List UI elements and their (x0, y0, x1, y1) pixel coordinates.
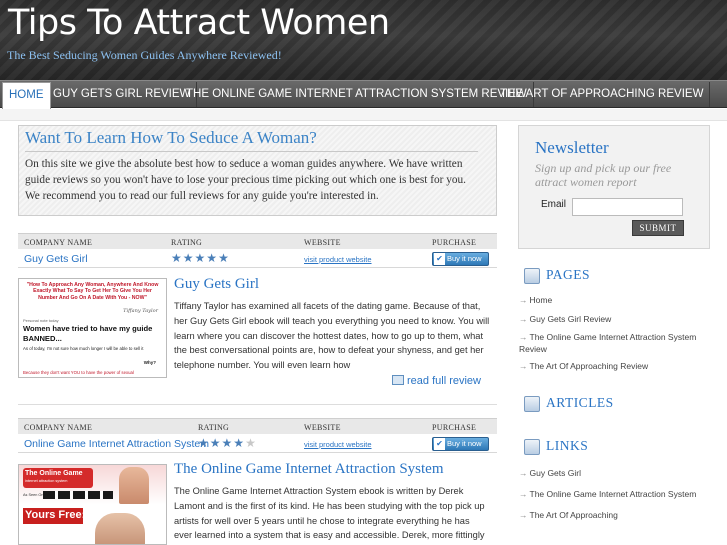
thumb-photo (95, 513, 145, 544)
star-icon: ★ (209, 436, 222, 450)
star-icon: ★ (233, 436, 246, 450)
star-icon: ★ (171, 251, 183, 265)
thumb-photo (119, 467, 149, 504)
sidebar-item-art-of-approaching-review[interactable]: The Art Of Approaching Review (519, 361, 714, 373)
sidebar-articles-header: ARTICLES (518, 392, 713, 416)
visit-website-link[interactable]: visit product website (304, 255, 372, 264)
submit-button[interactable]: SUBMIT (632, 220, 684, 236)
sidebar-link-art-of-approaching[interactable]: The Art Of Approaching (519, 510, 714, 522)
review-icon (392, 375, 404, 385)
email-label: Email (541, 199, 567, 210)
company-name-link[interactable]: Guy Gets Girl (24, 253, 88, 265)
site-header: Tips To Attract Women The Best Seducing … (0, 0, 727, 80)
product-table-header: COMPANY NAME RATING WEBSITE PURCHASE (18, 233, 497, 249)
nav-item-guy-gets-girl-review[interactable]: GUY GETS GIRL REVIEW (47, 82, 198, 107)
sidebar-link-guy-gets-girl[interactable]: Guy Gets Girl (519, 468, 714, 480)
newsletter-title: Newsletter (535, 138, 609, 157)
sidebar-links-header: LINKS (518, 435, 713, 459)
thumb-footer: Because they don't want YOU to have the … (23, 370, 134, 375)
product-description: Tiffany Taylor has examined all facets o… (174, 301, 490, 371)
sidebar-articles-title: ARTICLES (546, 395, 614, 410)
product-description: The Online Game Internet Attraction Syst… (174, 486, 485, 541)
star-empty-icon: ★ (245, 436, 257, 450)
newsletter-subtitle: Sign up and pick up our free attract wom… (535, 161, 672, 189)
sidebar-pages-title: PAGES (546, 267, 591, 282)
site-tagline: The Best Seducing Women Guides Anywhere … (7, 48, 282, 62)
col-website: WEBSITE (304, 238, 341, 247)
product-title-link[interactable]: Guy Gets Girl (174, 276, 259, 293)
thumb-media-logos (43, 491, 113, 499)
rating-stars: ★★★★★ (171, 251, 230, 265)
star-icon: ★ (182, 251, 195, 265)
col-purchase: PURCHASE (432, 423, 477, 432)
thumb-signature: Tiffany Taylor (123, 308, 158, 314)
site-title[interactable]: Tips To Attract Women (8, 3, 390, 43)
links-icon (524, 439, 540, 455)
email-field[interactable] (572, 198, 683, 216)
articles-icon (524, 396, 540, 412)
table-row: Guy Gets Girl ★★★★★ visit product websit… (18, 250, 497, 268)
product-thumbnail[interactable]: "How To Approach Any Woman, Anywhere And… (18, 278, 167, 378)
col-rating: RATING (171, 238, 203, 247)
col-company: COMPANY NAME (24, 238, 93, 247)
sidebar-link-online-game[interactable]: The Online Game Internet Attraction Syst… (519, 489, 714, 501)
product-title-link[interactable]: The Online Game Internet Attraction Syst… (174, 461, 444, 478)
star-icon: ★ (198, 436, 210, 450)
welcome-text: On this site we give the absolute best h… (25, 158, 466, 202)
col-purchase: PURCHASE (432, 238, 477, 247)
col-company: COMPANY NAME (24, 423, 93, 432)
rating-stars: ★★★★★ (198, 436, 257, 450)
thumb-promo: Yours Free: (25, 509, 86, 521)
nav-subbar (0, 109, 727, 121)
thumb-small-line: Personal note today (23, 318, 59, 323)
sidebar-item-online-game-review[interactable]: The Online Game Internet Attraction Syst… (519, 332, 714, 355)
col-website: WEBSITE (304, 423, 341, 432)
welcome-box: Want To Learn How To Seduce A Woman? On … (18, 125, 497, 216)
sidebar-item-home[interactable]: Home (519, 295, 714, 307)
welcome-title: Want To Learn How To Seduce A Woman? (25, 128, 317, 147)
visit-website-link[interactable]: visit product website (304, 440, 372, 449)
product-thumbnail[interactable]: The Online Game internet attraction syst… (18, 464, 167, 545)
nav-item-home[interactable]: HOME (2, 82, 51, 109)
sidebar-item-guy-gets-girl-review[interactable]: Guy Gets Girl Review (519, 314, 714, 326)
star-icon: ★ (194, 251, 207, 265)
sidebar-pages-header: PAGES (518, 264, 713, 288)
read-full-review-label: read full review (407, 375, 481, 387)
read-full-review-link[interactable]: read full review (392, 375, 481, 387)
thumb-logo: The Online Game (25, 470, 83, 477)
star-icon: ★ (206, 251, 219, 265)
table-row: Online Game Internet Attraction System ★… (18, 435, 497, 453)
divider (25, 151, 478, 152)
col-rating: RATING (198, 423, 230, 432)
thumb-as-seen: As Seen On (23, 493, 44, 497)
star-icon: ★ (221, 436, 234, 450)
sidebar-links-title: LINKS (546, 438, 589, 453)
thumb-big-line: Women have tried to have my guide BANNED… (23, 324, 153, 343)
nav-item-art-of-approaching-review[interactable]: THE ART OF APPROACHING REVIEW (494, 82, 711, 107)
thumb-headline: "How To Approach Any Woman, Anywhere And… (26, 282, 159, 301)
nav-item-online-game-review[interactable]: THE ONLINE GAME INTERNET ATTRACTION SYST… (180, 82, 534, 107)
company-name-link[interactable]: Online Game Internet Attraction System (24, 438, 209, 450)
thumb-why: Why? (143, 360, 156, 365)
thumb-logo-sub: internet attraction system (25, 479, 68, 483)
pages-icon (524, 268, 540, 284)
buy-now-button[interactable]: Buy it now (432, 252, 489, 266)
main-nav: HOME GUY GETS GIRL REVIEW THE ONLINE GAM… (0, 80, 727, 109)
divider (18, 404, 497, 405)
star-icon: ★ (218, 251, 230, 265)
product-table-header: COMPANY NAME RATING WEBSITE PURCHASE (18, 418, 497, 434)
thumb-note: As of today, I'm not sure how much longe… (23, 346, 144, 351)
newsletter-box: Newsletter Sign up and pick up our free … (518, 125, 710, 249)
buy-now-button[interactable]: Buy it now (432, 437, 489, 451)
